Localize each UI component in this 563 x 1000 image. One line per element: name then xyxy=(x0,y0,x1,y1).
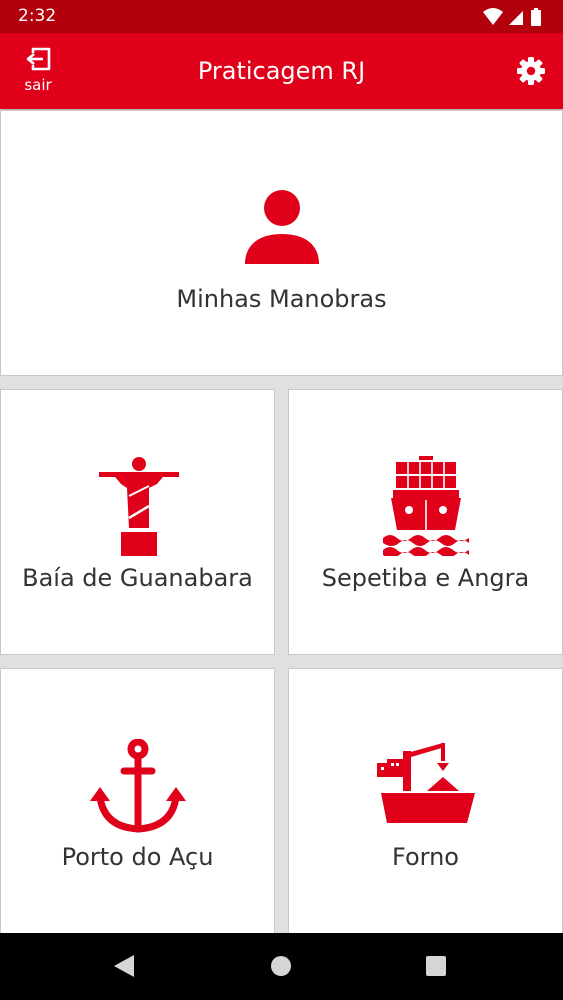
back-icon[interactable] xyxy=(114,955,134,977)
gear-icon xyxy=(517,57,545,85)
container-ship-icon xyxy=(383,456,469,556)
status-icons xyxy=(483,7,545,31)
tile-forno[interactable]: Forno xyxy=(288,668,563,934)
tile-sepetiba-e-angra[interactable]: Sepetiba e Angra xyxy=(288,389,563,655)
tile-label: Forno xyxy=(392,843,459,871)
anchor-icon xyxy=(90,739,186,833)
tile-label: Sepetiba e Angra xyxy=(321,564,530,592)
exit-label: sair xyxy=(24,76,52,94)
tile-label: Minhas Manobras xyxy=(176,285,387,313)
tile-label: Porto do Açu xyxy=(61,843,214,871)
navigation-bar xyxy=(0,933,563,1000)
settings-button[interactable] xyxy=(517,57,545,89)
home-icon[interactable] xyxy=(270,955,292,977)
tile-baia-de-guanabara[interactable]: Baía de Guanabara xyxy=(0,389,275,655)
christ-redeemer-icon xyxy=(99,457,179,556)
cargo-ship-crane-icon xyxy=(377,743,475,823)
signal-icon xyxy=(509,11,523,25)
status-time: 2:32 xyxy=(18,6,57,26)
status-bar: 2:32 xyxy=(0,0,563,33)
person-icon xyxy=(245,190,319,264)
exit-icon xyxy=(26,47,51,71)
tile-minhas-manobras[interactable]: Minhas Manobras xyxy=(0,110,563,376)
wifi-icon xyxy=(483,8,503,25)
battery-icon xyxy=(531,8,541,26)
app-bar: sair Praticagem RJ xyxy=(0,33,563,109)
tile-label: Baía de Guanabara xyxy=(22,564,253,592)
exit-button[interactable]: sair xyxy=(18,46,58,98)
tile-porto-do-acu[interactable]: Porto do Açu xyxy=(0,668,275,934)
recents-icon[interactable] xyxy=(426,956,446,976)
app-title: Praticagem RJ xyxy=(197,57,366,85)
